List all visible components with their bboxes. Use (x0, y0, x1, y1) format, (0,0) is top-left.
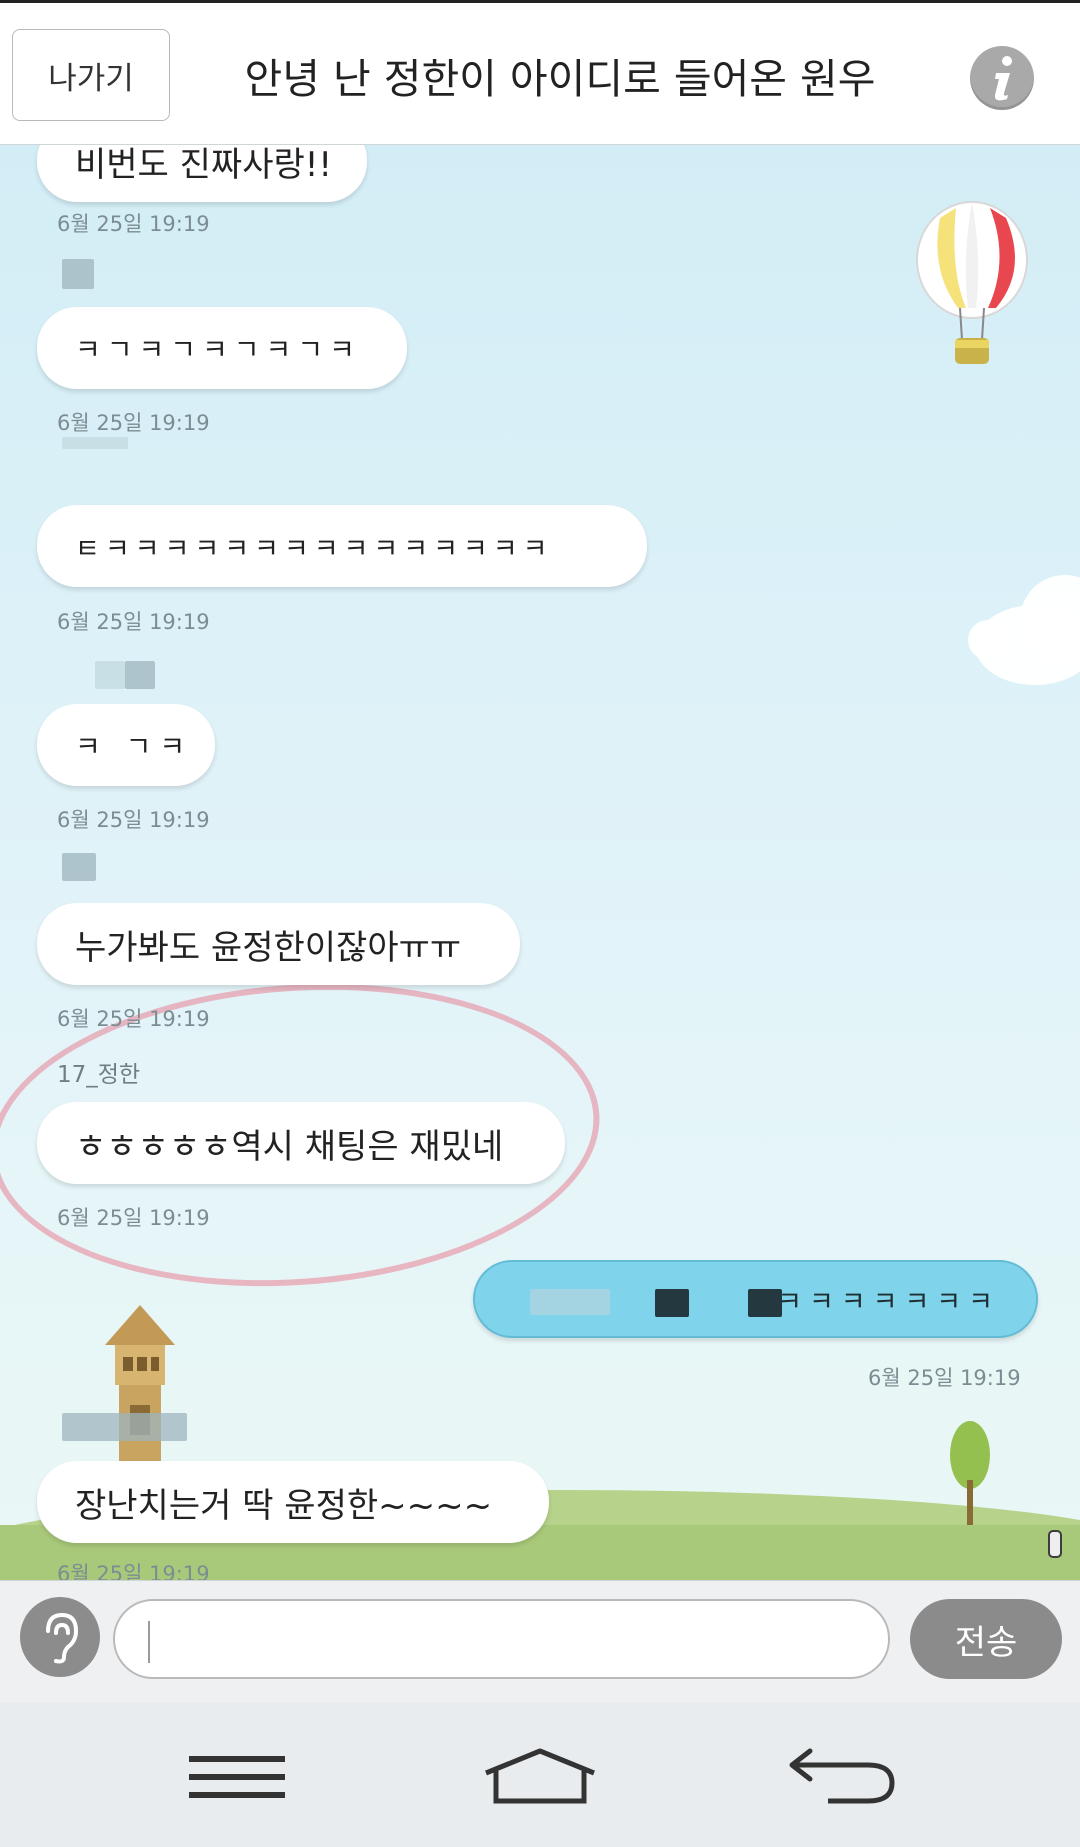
message-text: ㅎㅎㅎㅎㅎ역시 채팅은 재밌네 (75, 1126, 504, 1167)
message-text: 누가봐도 윤정한이잖아ㅠㅠ (75, 927, 462, 968)
message-timestamp: 6월 25일 19:19 (57, 1007, 210, 1031)
back-icon[interactable] (783, 1742, 903, 1812)
message-input-bar: 전송 (0, 1580, 1080, 1703)
message-text: ㅋ ㄱㅋ (75, 730, 194, 763)
message-bubble[interactable]: 장난치는거 딱 윤정한~~~~ (37, 1461, 549, 1543)
sender-name-blurred (62, 853, 96, 881)
message-text: 장난치는거 딱 윤정한~~~~ (75, 1485, 493, 1526)
message-timestamp: 6월 25일 19:19 (57, 411, 210, 435)
message-text-blurred (530, 1289, 610, 1315)
sender-name: 17_정한 (57, 1062, 141, 1088)
hot-air-balloon-illustration (916, 201, 1028, 364)
message-bubble[interactable]: ㅌㅋㅋㅋㅋㅋㅋㅋㅋㅋㅋㅋㅋㅋㅋㅋ (37, 505, 647, 587)
message-bubble[interactable]: 비번도 진짜사랑!! (37, 145, 367, 202)
message-bubble[interactable]: ㅋㄱㅋㄱㅋㄱㅋㄱㅋ (37, 307, 407, 389)
chat-title: 안녕 난 정한이 아이디로 들어온 원우 (244, 55, 876, 103)
message-text-blurred (748, 1289, 782, 1317)
scrollbar-thumb[interactable] (1048, 1530, 1062, 1558)
message-text: ㅋㄱㅋㄱㅋㄱㅋㄱㅋ (75, 333, 361, 366)
menu-icon[interactable] (177, 1742, 297, 1812)
sender-name-blurred (62, 259, 94, 289)
home-icon[interactable] (480, 1742, 600, 1812)
message-text-blurred (655, 1289, 689, 1317)
cloud-decoration (968, 620, 1008, 660)
voice-icon[interactable] (20, 1597, 100, 1677)
tower-illustration (105, 1305, 175, 1465)
message-timestamp: 6월 25일 19:19 (57, 212, 210, 236)
message-text: ㅌㅋㅋㅋㅋㅋㅋㅋㅋㅋㅋㅋㅋㅋㅋㅋ (75, 533, 553, 565)
message-text: 비번도 진짜사랑!! (75, 145, 333, 185)
chat-header: 나가기 안녕 난 정한이 아이디로 들어온 원우 (0, 0, 1080, 145)
message-timestamp: 6월 25일 19:19 (57, 610, 210, 634)
sender-name-blurred (62, 437, 128, 449)
message-bubble[interactable]: ㅋ ㄱㅋ (37, 704, 215, 786)
system-navigation-bar (0, 1702, 1080, 1847)
message-input[interactable] (113, 1599, 890, 1679)
message-timestamp: 6월 25일 19:19 (57, 808, 210, 832)
message-bubble[interactable]: ㅎㅎㅎㅎㅎ역시 채팅은 재밌네 (37, 1102, 565, 1184)
message-timestamp: 6월 25일 19:19 (868, 1366, 1021, 1390)
message-timestamp: 6월 25일 19:19 (57, 1562, 210, 1580)
message-timestamp: 6월 25일 19:19 (57, 1206, 210, 1230)
info-icon[interactable] (970, 46, 1034, 110)
message-bubble[interactable]: 누가봐도 윤정한이잖아ㅠㅠ (37, 903, 520, 985)
sender-name-blurred (125, 661, 155, 689)
sender-name-blurred (95, 661, 125, 689)
message-text: ㅋㅋㅋㅋㅋㅋㅋ (777, 1286, 1000, 1318)
chat-area[interactable]: 비번도 진짜사랑!! 6월 25일 19:19 ㅋㄱㅋㄱㅋㄱㅋㄱㅋ 6월 25일… (0, 145, 1080, 1580)
exit-button[interactable]: 나가기 (12, 29, 170, 121)
send-button[interactable]: 전송 (910, 1599, 1062, 1679)
tree-illustration (950, 1421, 990, 1525)
text-cursor (148, 1621, 150, 1663)
sender-name-blurred (62, 1413, 187, 1441)
